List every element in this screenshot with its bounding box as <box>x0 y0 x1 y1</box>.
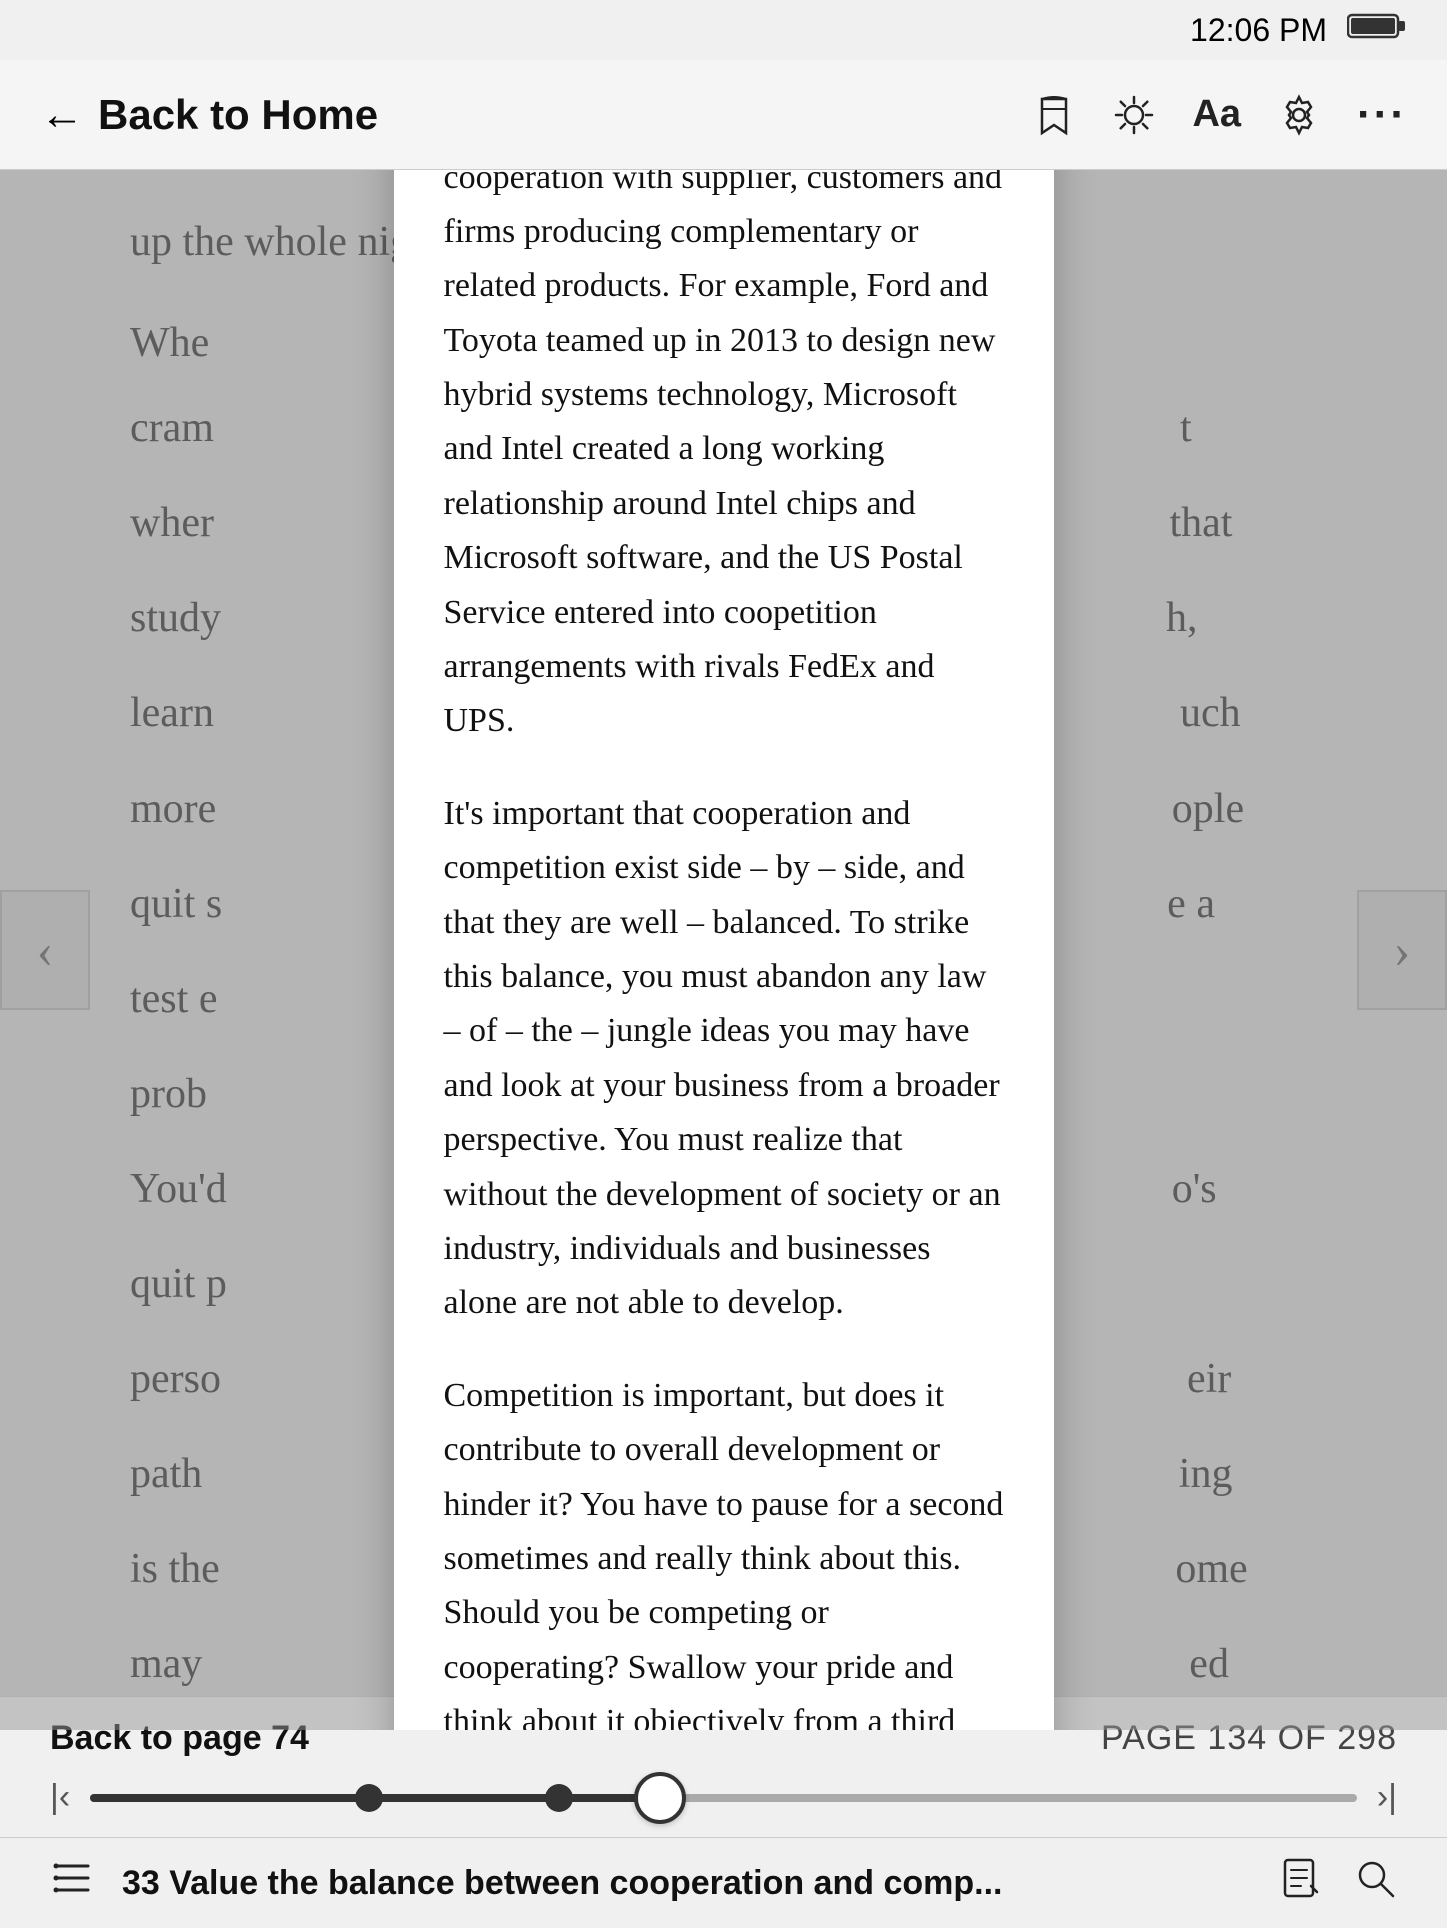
bottom-bar: Back to page 74 PAGE 134 OF 298 |‹ ›| 33… <box>0 1696 1447 1928</box>
status-bar: 12:06 PM <box>0 0 1447 60</box>
back-to-home-button[interactable]: ← Back to Home <box>40 90 378 140</box>
nav-icons: Aa ··· <box>1032 90 1407 140</box>
modal-box: cooperation with supplier, customers and… <box>394 170 1054 1730</box>
font-button[interactable]: Aa <box>1192 93 1241 136</box>
brightness-button[interactable] <box>1112 93 1156 137</box>
more-button[interactable]: ··· <box>1357 90 1407 140</box>
bookmark-button[interactable] <box>1032 93 1076 137</box>
top-nav: ← Back to Home Aa <box>0 60 1447 170</box>
progress-dot-2 <box>545 1784 573 1812</box>
bottom-nav-icons <box>1279 1856 1397 1910</box>
progress-handle[interactable] <box>634 1772 686 1824</box>
table-of-contents-button[interactable] <box>50 1856 94 1910</box>
modal-paragraph-3: Competition is important, but does it co… <box>444 1369 1004 1730</box>
notes-button[interactable] <box>1279 1856 1323 1910</box>
status-time: 12:06 PM <box>1190 12 1327 49</box>
progress-row: |‹ ›| <box>0 1768 1447 1837</box>
reading-area: up the whole night before. Whe cram <box>0 170 1447 1730</box>
search-button[interactable] <box>1353 1856 1397 1910</box>
modal-overlay: cooperation with supplier, customers and… <box>0 170 1447 1730</box>
settings-button[interactable] <box>1277 93 1321 137</box>
bottom-nav: 33 Value the balance between cooperation… <box>0 1837 1447 1928</box>
modal-paragraph-2: It's important that cooperation and comp… <box>444 787 1004 1331</box>
modal-paragraph-1: cooperation with supplier, customers and… <box>444 170 1004 749</box>
go-to-end-button[interactable]: ›| <box>1377 1778 1397 1817</box>
back-label: Back to Home <box>98 91 378 139</box>
battery-icon <box>1347 11 1407 49</box>
back-arrow-icon: ← <box>40 90 84 140</box>
chapter-title: 33 Value the balance between cooperation… <box>122 1864 1251 1903</box>
progress-dot-1 <box>355 1784 383 1812</box>
go-to-start-button[interactable]: |‹ <box>50 1778 70 1817</box>
progress-track[interactable] <box>90 1794 1357 1802</box>
